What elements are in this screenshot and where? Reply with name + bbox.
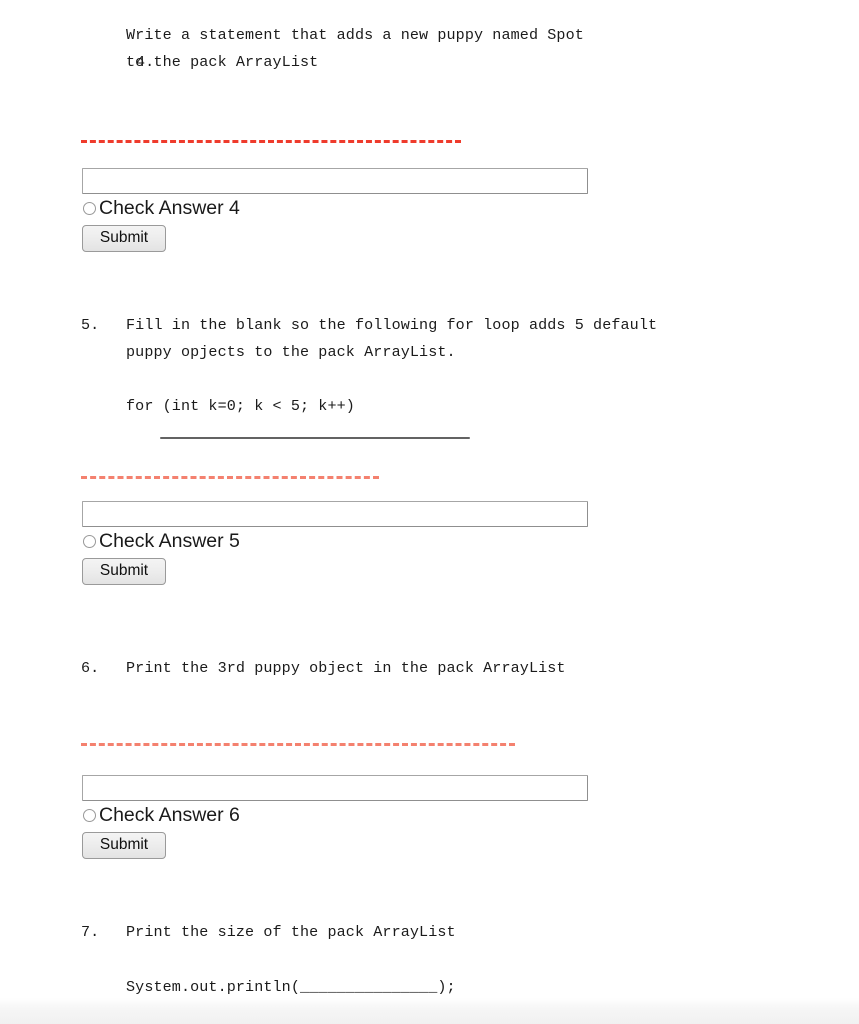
answer-input-6[interactable]	[82, 775, 588, 801]
answer-input-4[interactable]	[82, 168, 588, 194]
check-answer-label-6: Check Answer 6	[99, 804, 240, 826]
question-5-number: 5.	[81, 316, 100, 334]
submit-button-5[interactable]: Submit	[82, 558, 166, 585]
check-answer-row-4: Check Answer 4	[82, 197, 588, 219]
answer-input-5[interactable]	[82, 501, 588, 527]
submit-button-4[interactable]: Submit	[82, 225, 166, 252]
question-5-line-1: Fill in the blank so the following for l…	[126, 316, 658, 334]
question-4-line-2: to the pack ArrayList	[126, 53, 319, 71]
check-answer-row-6: Check Answer 6	[82, 804, 588, 826]
question-5-separator	[81, 476, 379, 479]
page-bottom-band	[0, 998, 859, 1024]
worksheet-page: 4. Write a statement that adds a new pup…	[0, 0, 859, 1024]
question-7-line-1: Print the size of the pack ArrayList	[126, 923, 456, 941]
question-5-answer-blank	[160, 437, 470, 439]
question-4-line-1: Write a statement that adds a new puppy …	[126, 26, 584, 44]
question-6-number: 6.	[81, 659, 100, 677]
check-answer-label-4: Check Answer 4	[99, 197, 240, 219]
submit-button-6[interactable]: Submit	[82, 832, 166, 859]
question-7-code-line: System.out.println(_______________);	[126, 978, 456, 996]
question-7-number: 7.	[81, 923, 100, 941]
question-6-line-1: Print the 3rd puppy object in the pack A…	[126, 659, 566, 677]
question-4-separator	[81, 140, 461, 143]
check-answer-row-5: Check Answer 5	[82, 530, 588, 552]
question-5-code-line: for (int k=0; k < 5; k++)	[126, 397, 355, 415]
check-answer-radio-4[interactable]	[83, 201, 96, 215]
question-5-line-2: puppy opjects to the pack ArrayList.	[126, 343, 456, 361]
check-answer-label-5: Check Answer 5	[99, 530, 240, 552]
check-answer-radio-6[interactable]	[83, 808, 96, 822]
question-6-separator	[81, 743, 515, 746]
check-answer-radio-5[interactable]	[83, 534, 96, 548]
